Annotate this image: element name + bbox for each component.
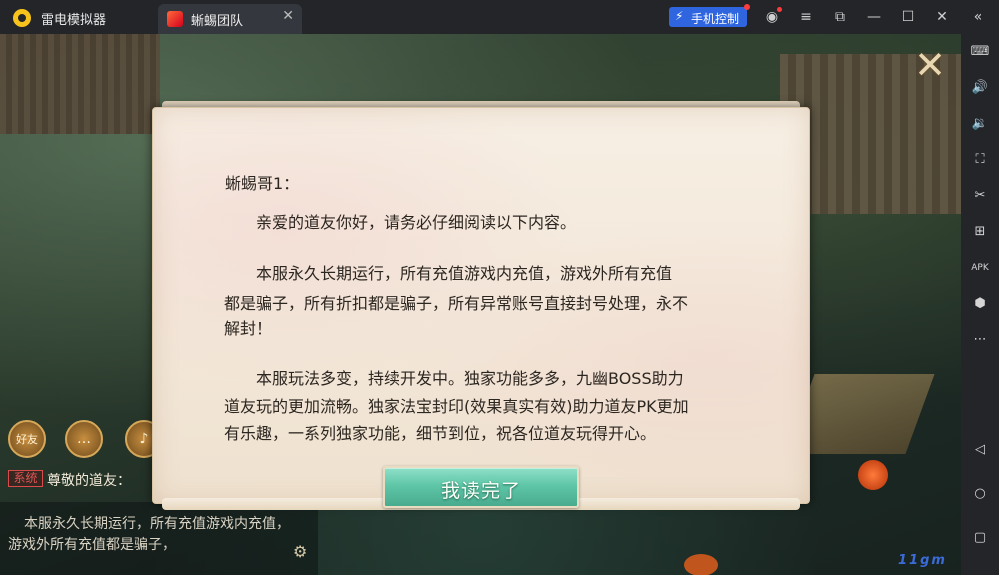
lantern-decoration bbox=[858, 460, 888, 490]
popout-icon[interactable]: ⧉ bbox=[831, 8, 849, 26]
collapse-sidebar-icon[interactable]: « bbox=[969, 8, 987, 26]
watermark-logo: 11gm bbox=[898, 553, 947, 568]
finished-reading-label: 我读完了 bbox=[440, 480, 521, 502]
dialog-line: 解封！ bbox=[224, 319, 273, 338]
friend-button[interactable]: 好友 bbox=[8, 420, 46, 458]
pumpkin-decoration bbox=[684, 554, 718, 575]
title-bar: 雷电模拟器 蜥蜴团队 ✕ ⚡ 手机控制 ◉ ≡ ⧉ — ☐ ✕ « bbox=[0, 0, 999, 34]
app-logo-icon bbox=[13, 9, 31, 27]
add-window-icon[interactable]: ⊞ bbox=[970, 222, 990, 242]
recent-apps-icon[interactable]: ▢ bbox=[970, 528, 990, 548]
notice-dialog: 蜥蜴哥1： 亲爱的道友你好，请务必仔细阅读以下内容。 本服永久长期运行，所有充值… bbox=[152, 101, 810, 510]
keyboard-icon[interactable]: ⌨ bbox=[970, 42, 990, 62]
apk-install-icon[interactable]: APK bbox=[970, 258, 990, 278]
phone-control-button[interactable]: ⚡ 手机控制 bbox=[669, 4, 750, 27]
dialog-line: 本服永久长期运行，所有充值游戏内充值，游戏外所有充值 bbox=[256, 264, 673, 283]
finished-reading-button[interactable]: 我读完了 bbox=[383, 466, 579, 508]
dialog-line: 本服玩法多变，持续开发中。独家功能多多，九幽BOSS助力 bbox=[256, 369, 684, 388]
maximize-icon[interactable]: ☐ bbox=[899, 8, 917, 26]
system-text: 尊敬的道友： bbox=[47, 473, 131, 489]
dialog-line: 都是骗子，所有折扣都是骗子，所有异常账号直接封号处理，永不 bbox=[224, 294, 689, 313]
background-house-left bbox=[0, 34, 160, 134]
dialog-close-icon[interactable]: ✕ bbox=[912, 46, 948, 84]
scissors-icon[interactable]: ✂ bbox=[970, 186, 990, 206]
dialog-greeting: 蜥蜴哥1： bbox=[225, 174, 300, 193]
user-notification-dot bbox=[777, 7, 782, 12]
emulator-side-toolbar: ⌨ 🔊 🔉 ⛶ ✂ ⊞ APK ⬢ ⋯ ◁ ○ ▢ bbox=[961, 34, 999, 575]
close-window-icon[interactable]: ✕ bbox=[933, 8, 951, 26]
tab-game[interactable]: 蜥蜴团队 ✕ bbox=[158, 4, 302, 34]
minimize-icon[interactable]: — bbox=[865, 8, 883, 26]
menu-icon[interactable]: ≡ bbox=[797, 8, 815, 26]
home-icon[interactable]: ○ bbox=[970, 484, 990, 504]
game-app-icon bbox=[167, 11, 183, 27]
dialog-line: 道友玩的更加流畅。独家法宝封印(效果真实有效)助力道友PK更加 bbox=[224, 397, 689, 416]
gear-icon[interactable]: ⚙ bbox=[293, 542, 307, 561]
settings-hex-icon[interactable]: ⬢ bbox=[970, 294, 990, 314]
chat-panel[interactable]: 本服永久长期运行，所有充值游戏内充值，游戏外所有充值都是骗子， ⚙ bbox=[0, 502, 318, 575]
volume-down-icon[interactable]: 🔉 bbox=[970, 114, 990, 134]
more-options-icon[interactable]: ⋯ bbox=[970, 330, 990, 350]
dialog-line: 亲爱的道友你好，请务必仔细阅读以下内容。 bbox=[256, 213, 577, 232]
system-tag: 系统 bbox=[8, 470, 43, 487]
chat-message: 本服永久长期运行，所有充值游戏内充值，游戏外所有充值都是骗子， bbox=[8, 516, 290, 553]
phone-control-label: 手机控制 bbox=[691, 12, 740, 26]
dialog-line: 有乐趣，一系列独家功能，细节到位，祝各位道友玩得开心。 bbox=[224, 424, 657, 443]
friend-label: 好友 bbox=[16, 433, 38, 446]
back-icon[interactable]: ◁ bbox=[970, 440, 990, 460]
chat-bubble-icon[interactable]: … bbox=[65, 420, 103, 458]
notification-dot bbox=[744, 4, 750, 10]
fullscreen-icon[interactable]: ⛶ bbox=[970, 150, 990, 170]
tab-close-icon[interactable]: ✕ bbox=[282, 8, 294, 24]
volume-up-icon[interactable]: 🔊 bbox=[970, 78, 990, 98]
tab-label: 蜥蜴团队 bbox=[191, 14, 244, 29]
app-title: 雷电模拟器 bbox=[41, 13, 107, 28]
game-viewport[interactable]: ✕ 好友 … ♪ 系统 尊敬的道友： 本服永久长期运行，所有充值游戏内充值，游戏… bbox=[0, 34, 961, 575]
user-icon[interactable]: ◉ bbox=[763, 7, 782, 26]
bolt-icon: ⚡ bbox=[675, 9, 684, 23]
